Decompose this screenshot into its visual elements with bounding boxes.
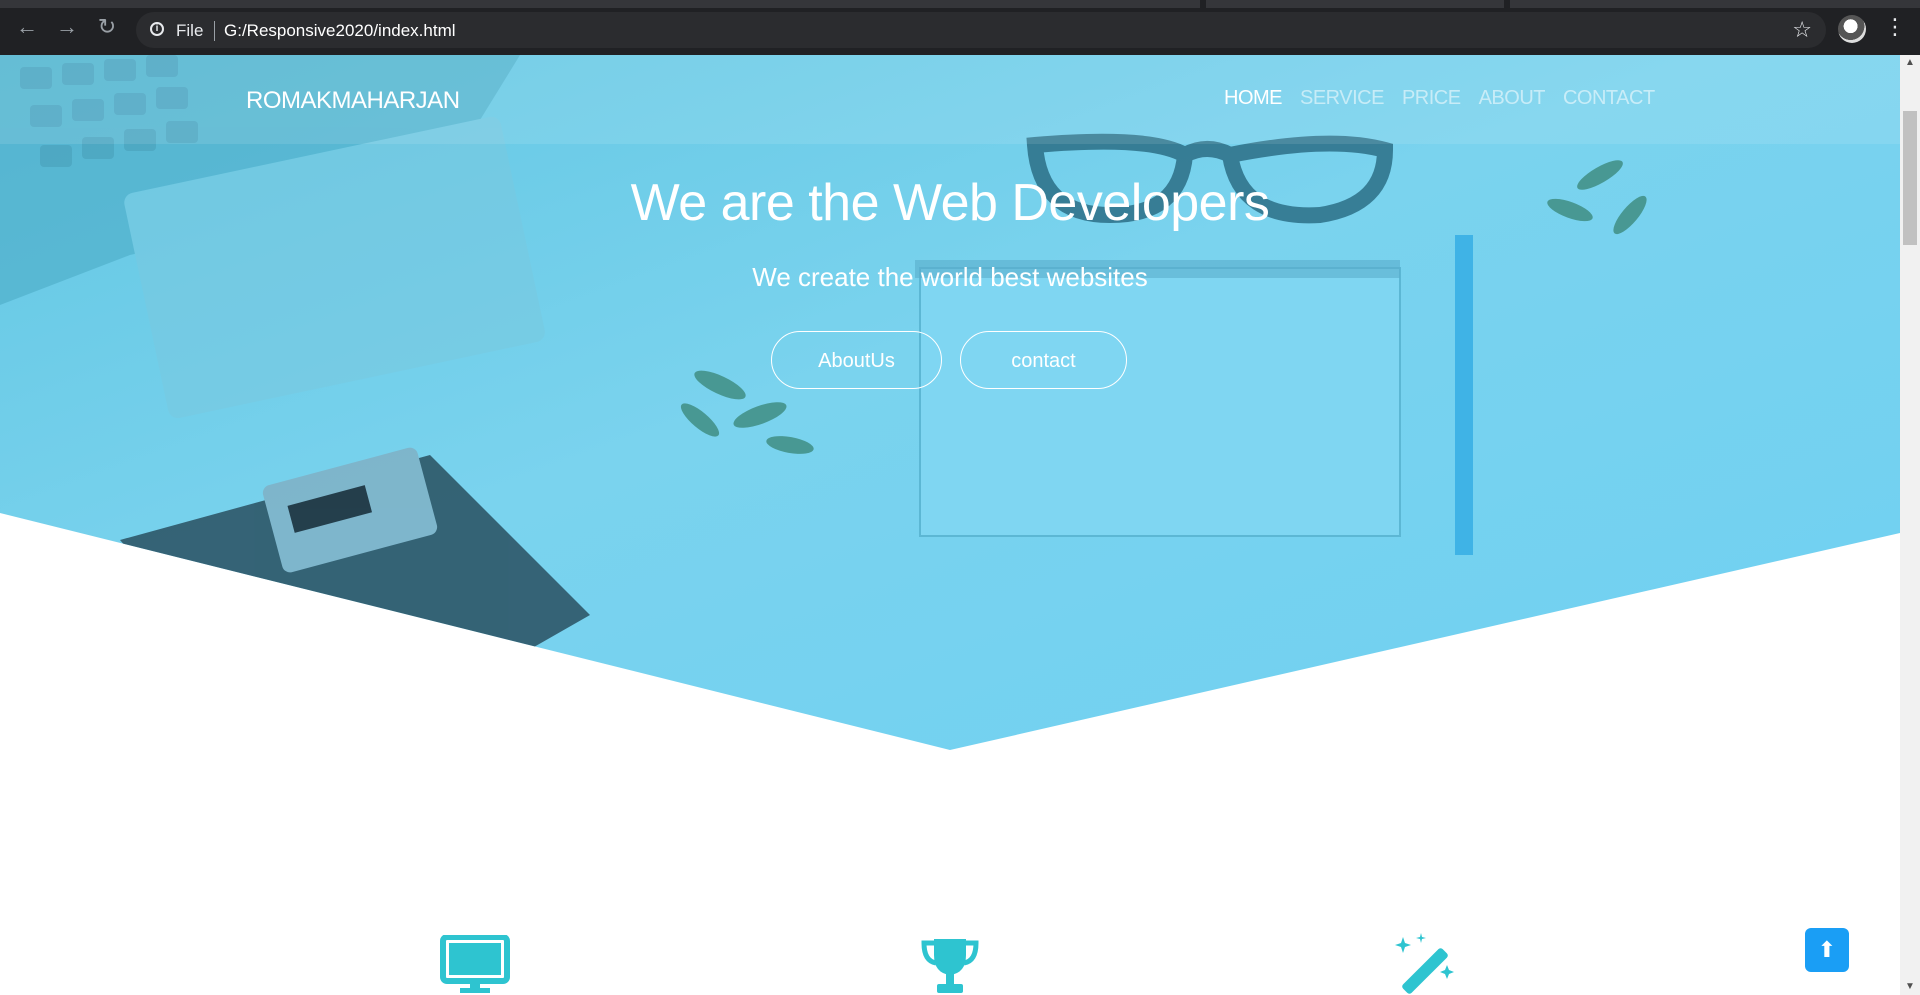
- page-scrollbar[interactable]: ▲ ▼: [1900, 55, 1920, 995]
- arrow-left-icon: ←: [16, 14, 38, 39]
- vertical-dots-icon[interactable]: ⋮: [1884, 12, 1906, 42]
- monitor-icon: [440, 935, 510, 993]
- scrollbar-thumb[interactable]: [1903, 111, 1917, 245]
- notebook-shape: [915, 260, 1401, 537]
- scroll-up-icon[interactable]: ▲: [1900, 55, 1920, 71]
- separator: [214, 21, 215, 41]
- main-nav: HOME SERVICE PRICE ABOUT CONTACT: [1224, 87, 1655, 110]
- contact-button[interactable]: contact: [960, 331, 1127, 389]
- camera-shape: [120, 447, 590, 655]
- info-icon[interactable]: i: [150, 22, 164, 36]
- hero-background-image: [0, 55, 1647, 655]
- tab[interactable]: [0, 0, 1200, 8]
- trophy-icon: [921, 939, 979, 993]
- magic-wand-icon: [1395, 933, 1454, 994]
- back-button[interactable]: ←: [14, 14, 40, 40]
- url-text[interactable]: G:/Responsive2020/index.html: [224, 21, 456, 41]
- tab[interactable]: [1206, 0, 1504, 8]
- arrow-circle-up-icon: ⬆: [1817, 937, 1837, 962]
- site-header: ROMAKMAHARJAN HOME SERVICE PRICE ABOUT C…: [0, 55, 1900, 144]
- forward-button[interactable]: →: [54, 14, 80, 40]
- tab[interactable]: [1510, 0, 1920, 8]
- nav-price[interactable]: PRICE: [1402, 87, 1461, 110]
- about-us-button[interactable]: AboutUs: [771, 331, 942, 389]
- hero-title: We are the Web Developers: [630, 174, 1270, 232]
- reload-icon: ↻: [97, 14, 117, 39]
- scheme-label: File: [176, 21, 204, 40]
- scroll-to-top-button[interactable]: ⬆: [1805, 928, 1849, 972]
- nav-service[interactable]: SERVICE: [1300, 87, 1384, 110]
- hero-subtitle: We create the world best websites: [752, 262, 1148, 292]
- nav-contact[interactable]: CONTACT: [1563, 87, 1655, 110]
- arrow-right-icon: →: [56, 14, 78, 39]
- nav-about[interactable]: ABOUT: [1479, 87, 1546, 110]
- profile-avatar[interactable]: [1838, 15, 1866, 43]
- tab-strip: [0, 0, 1920, 12]
- address-bar[interactable]: i File G:/Responsive2020/index.html ☆: [136, 12, 1826, 48]
- scroll-down-icon[interactable]: ▼: [1900, 979, 1920, 995]
- hero-section: ROMAKMAHARJAN HOME SERVICE PRICE ABOUT C…: [0, 55, 1900, 750]
- star-icon[interactable]: ☆: [1792, 17, 1812, 43]
- nav-home[interactable]: HOME: [1224, 87, 1283, 110]
- browser-toolbar: ← → ↻ i File G:/Responsive2020/index.htm…: [0, 0, 1920, 55]
- reload-button[interactable]: ↻: [94, 14, 120, 40]
- site-logo[interactable]: ROMAKMAHARJAN: [246, 87, 460, 115]
- page-viewport: ROMAKMAHARJAN HOME SERVICE PRICE ABOUT C…: [0, 55, 1900, 995]
